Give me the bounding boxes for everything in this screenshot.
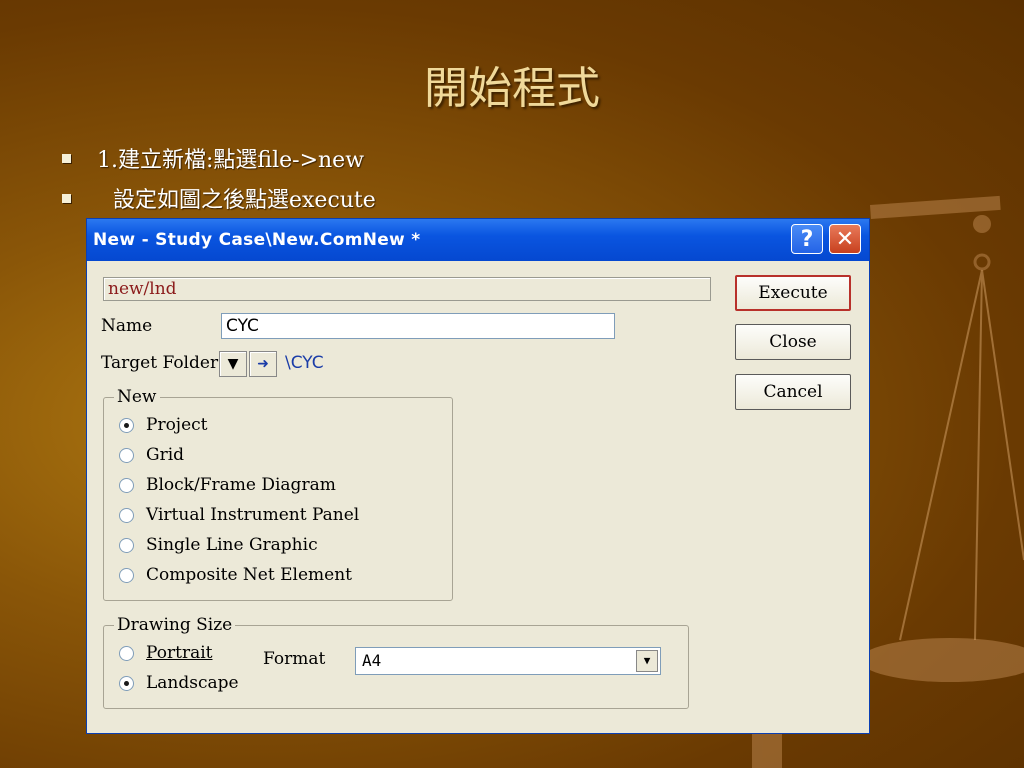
dialog-titlebar[interactable]: New - Study Case\New.ComNew * ? ✕ xyxy=(87,219,869,261)
dialog-title: New - Study Case\New.ComNew * xyxy=(93,230,421,250)
radio-block-frame-diagram[interactable]: Block/Frame Diagram xyxy=(119,475,336,495)
radio-selected-icon[interactable] xyxy=(119,417,134,433)
help-button[interactable]: ? xyxy=(791,224,823,254)
target-folder-label: Target Folder xyxy=(101,353,219,373)
format-value: A4 xyxy=(362,651,382,670)
radio-icon[interactable] xyxy=(119,537,134,553)
format-label: Format xyxy=(263,649,326,669)
target-folder-value: \CYC xyxy=(285,353,324,373)
format-select[interactable]: A4 ▼ xyxy=(355,647,661,675)
radio-landscape[interactable]: Landscape xyxy=(119,673,239,693)
radio-grid[interactable]: Grid xyxy=(119,445,184,465)
radio-label: Landscape xyxy=(146,673,239,693)
close-icon: ✕ xyxy=(835,226,855,252)
execute-button[interactable]: Execute xyxy=(735,275,851,311)
radio-icon[interactable] xyxy=(119,477,134,493)
bullet-text: 1.建立新檔:點選file->new xyxy=(97,148,365,173)
radio-icon[interactable] xyxy=(119,447,134,463)
radio-single-line-graphic[interactable]: Single Line Graphic xyxy=(119,535,318,555)
radio-composite-net-element[interactable]: Composite Net Element xyxy=(119,565,352,585)
close-window-button[interactable]: ✕ xyxy=(829,224,861,254)
bullet-square-icon xyxy=(62,193,71,203)
folder-dropdown-button[interactable]: ▼ xyxy=(219,351,247,377)
drawing-size-legend: Drawing Size xyxy=(114,615,236,635)
new-group-legend: New xyxy=(114,387,160,407)
radio-icon[interactable] xyxy=(119,507,134,523)
radio-selected-icon[interactable] xyxy=(119,675,134,691)
arrow-right-icon: ➜ xyxy=(257,356,269,372)
radio-icon[interactable] xyxy=(119,567,134,583)
radio-project[interactable]: Project xyxy=(119,415,207,435)
radio-label: Virtual Instrument Panel xyxy=(146,505,360,525)
name-input[interactable]: CYC xyxy=(221,313,615,339)
name-label: Name xyxy=(101,316,153,336)
triangle-down-icon: ▼ xyxy=(227,356,239,372)
help-icon: ? xyxy=(800,226,814,252)
radio-label: Portrait xyxy=(146,643,213,663)
radio-portrait[interactable]: Portrait xyxy=(119,643,212,663)
cancel-button[interactable]: Cancel xyxy=(735,374,851,410)
radio-virtual-instrument-panel[interactable]: Virtual Instrument Panel xyxy=(119,505,359,525)
slide-title: 開始程式 xyxy=(424,63,600,114)
bullet-list: 1.建立新檔:點選file->new 設定如圖之後點選execute xyxy=(62,138,376,218)
folder-jump-button[interactable]: ➜ xyxy=(249,351,277,377)
chevron-down-icon[interactable]: ▼ xyxy=(636,650,658,672)
bullet-item: 設定如圖之後點選execute xyxy=(62,178,376,218)
radio-icon[interactable] xyxy=(119,645,134,661)
radio-label: Single Line Graphic xyxy=(146,535,318,555)
bullet-text: 設定如圖之後點選execute xyxy=(113,188,376,213)
radio-label: Block/Frame Diagram xyxy=(146,475,336,495)
radio-label: Composite Net Element xyxy=(146,565,352,585)
close-button[interactable]: Close xyxy=(735,324,851,360)
bullet-square-icon xyxy=(62,153,71,163)
new-dialog: New - Study Case\New.ComNew * ? ✕ new/ln… xyxy=(86,218,870,734)
bullet-item: 1.建立新檔:點選file->new xyxy=(62,138,376,178)
path-field: new/lnd xyxy=(103,277,711,301)
radio-label: Project xyxy=(146,415,208,435)
radio-label: Grid xyxy=(146,445,185,465)
